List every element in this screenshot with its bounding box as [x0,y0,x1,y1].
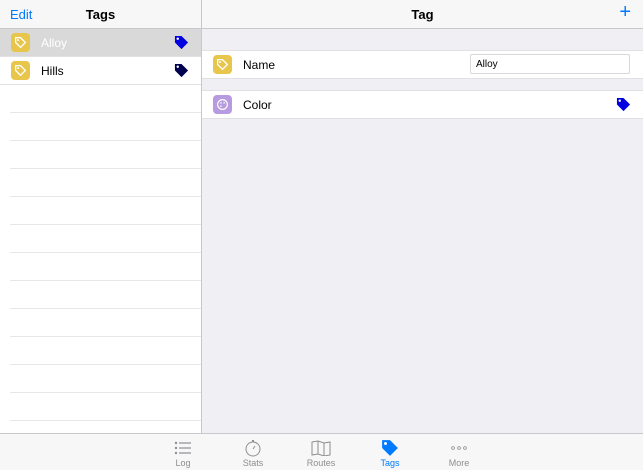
stopwatch-icon [228,438,278,458]
empty-row [10,309,201,337]
tag-detail-pane: Tag + Name Color [202,0,643,434]
color-cell[interactable]: Color [202,90,643,119]
tag-color-icon [174,63,189,83]
tag-icon [213,55,232,74]
empty-row [10,197,201,225]
empty-row [10,393,201,421]
tab-bar: Log Stats Routes Tags More [0,433,643,470]
tab-routes[interactable]: Routes [296,438,346,468]
tab-label: Routes [306,458,336,468]
empty-row [10,337,201,365]
empty-row [10,365,201,393]
empty-row [10,85,201,113]
tab-tags[interactable]: Tags [365,438,415,468]
empty-row [10,225,201,253]
tag-label: Alloy [41,36,68,50]
tab-log[interactable]: Log [158,438,208,468]
detail-nav-bar: Tag + [202,0,643,29]
empty-row [10,253,201,281]
name-cell: Name [202,50,643,79]
tag-icon [11,61,30,80]
list-icon [158,438,208,458]
tags-master-pane: Edit Tags Alloy Hills [0,0,202,449]
more-icon [434,438,484,458]
empty-row [10,113,201,141]
palette-icon [213,95,232,114]
tab-more[interactable]: More [434,438,484,468]
master-nav-bar: Edit Tags [0,0,201,29]
add-tag-button[interactable]: + [619,2,631,22]
empty-row [10,281,201,309]
tab-label: Tags [380,458,400,468]
tab-stats[interactable]: Stats [228,438,278,468]
tags-list: Alloy Hills [0,29,201,449]
tag-icon [11,33,30,52]
tab-label: Log [175,458,191,468]
tab-label: Stats [242,458,264,468]
color-label: Color [243,98,272,112]
map-icon [296,438,346,458]
empty-row [10,141,201,169]
empty-row [10,169,201,197]
tag-label: Hills [41,64,64,78]
tag-row-hills[interactable]: Hills [0,57,201,85]
tag-color-icon [616,97,631,117]
tag-row-alloy[interactable]: Alloy [0,29,201,57]
master-title: Tags [85,7,116,22]
tag-color-icon [174,35,189,55]
detail-title: Tag [411,7,434,22]
tag-icon [365,438,415,458]
name-field[interactable] [470,54,630,74]
tab-label: More [448,458,470,468]
name-label: Name [243,58,276,72]
